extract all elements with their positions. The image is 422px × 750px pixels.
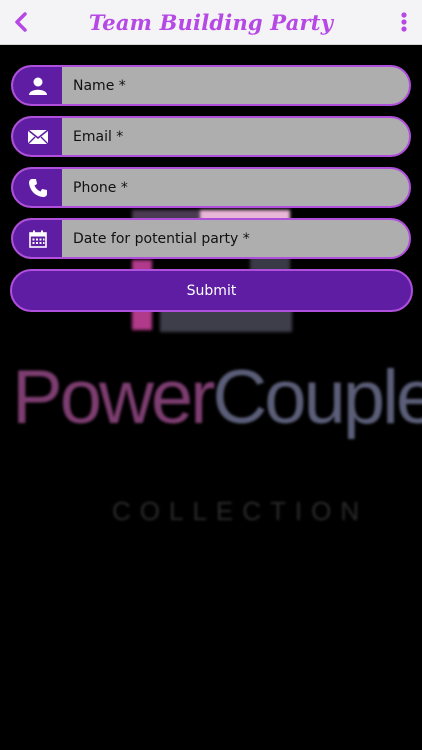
calendar-icon: [28, 230, 47, 248]
date-icon-box: [13, 220, 62, 257]
phone-icon-box: [13, 169, 62, 206]
chevron-left-icon: [15, 12, 27, 32]
more-vertical-icon: [401, 12, 407, 32]
logo-subtitle: COLLECTION: [112, 496, 369, 526]
logo-word-power: Power: [12, 355, 215, 440]
envelope-icon: [27, 128, 48, 144]
email-icon-box: [13, 118, 62, 155]
name-input[interactable]: [62, 67, 409, 104]
email-input[interactable]: [62, 118, 409, 155]
logo-word-couple: Couple: [212, 355, 422, 440]
date-field: [11, 218, 411, 259]
person-icon: [28, 77, 47, 95]
phone-icon: [28, 178, 47, 197]
name-field: [11, 65, 411, 106]
back-button[interactable]: [8, 8, 34, 36]
email-field: [11, 116, 411, 157]
name-icon-box: [13, 67, 62, 104]
party-form: Submit: [10, 65, 413, 312]
page-title: Team Building Party: [88, 9, 334, 35]
phone-field: [11, 167, 411, 208]
overflow-menu-button[interactable]: [396, 8, 412, 36]
app-header: Team Building Party: [0, 0, 422, 45]
submit-button[interactable]: Submit: [10, 269, 413, 312]
logo-wordmark: PowerCouple: [12, 360, 422, 436]
date-input[interactable]: [62, 220, 409, 257]
phone-input[interactable]: [62, 169, 409, 206]
